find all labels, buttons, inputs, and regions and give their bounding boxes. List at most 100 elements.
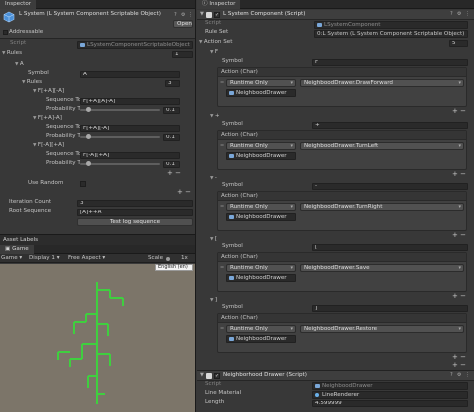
action-set-count-field[interactable]: 5 (449, 40, 468, 47)
component-enabled-checkbox[interactable]: ✓ (214, 12, 220, 18)
drag-handle-icon[interactable]: = (220, 265, 224, 271)
game-viewport[interactable]: English (en) (0, 264, 195, 412)
drawer-header[interactable]: ▼ ✓ Neighborhood Drawer (Script) ? ⚙ ⋮ (197, 371, 474, 381)
rule-set-field[interactable]: 0:L System (L System Component Scriptabl… (314, 30, 468, 38)
probability-slider[interactable] (80, 109, 160, 111)
action-foldout[interactable]: ▼ + (210, 113, 220, 120)
scale-slider-knob[interactable] (166, 257, 170, 261)
action-set-add-remove[interactable]: + − (452, 362, 466, 369)
add-icon[interactable]: + (177, 188, 183, 196)
target-object-field[interactable]: NeighboodDrawer (226, 335, 296, 343)
add-icon[interactable]: + (452, 107, 458, 115)
sequence-to-field[interactable]: F[+A][A]-A] (80, 98, 180, 105)
probability-field[interactable]: 0.1 (163, 161, 180, 168)
add-icon[interactable]: + (452, 353, 458, 361)
remove-icon[interactable]: − (460, 353, 466, 361)
target-object-field[interactable]: NeighboodDrawer (226, 274, 296, 282)
rules-foldout[interactable]: ▼ Rules (2, 50, 22, 57)
length-field[interactable]: 4.599999 (312, 400, 468, 407)
runtime-mode-dropdown[interactable]: Runtime Only (226, 203, 296, 211)
action-symbol-field[interactable]: - (312, 183, 468, 190)
add-icon[interactable]: + (452, 170, 458, 178)
remove-icon[interactable]: − (460, 292, 466, 300)
tab-inspector-right[interactable]: ⓘ Inspector (197, 0, 241, 9)
action-foldout[interactable]: ▼ F (210, 49, 218, 56)
action-add-remove[interactable]: + − (452, 108, 470, 115)
method-dropdown[interactable]: NeighboodDrawer.TurnLeft (300, 142, 464, 150)
method-dropdown[interactable]: NeighboodDrawer.Save (300, 264, 464, 272)
help-icon[interactable]: ? (450, 11, 453, 17)
aspect-select[interactable]: Free Aspect ▾ (68, 255, 105, 262)
tab-inspector-left[interactable]: Inspector (0, 0, 37, 9)
probability-slider-knob[interactable] (86, 161, 91, 166)
test-log-sequence-button[interactable]: Test log sequence (77, 218, 193, 226)
probability-slider[interactable] (80, 136, 160, 138)
sequence-to-field[interactable]: F[+A][-A] (80, 125, 180, 132)
action-symbol-field[interactable]: + (312, 122, 468, 129)
target-object-field[interactable]: NeighboodDrawer (226, 152, 296, 160)
action-symbol-field[interactable]: ] (312, 305, 468, 312)
action-foldout[interactable]: ▼ - (210, 175, 217, 182)
component-header[interactable]: ▼ ✓ L System Component (Script) ? ⚙ ⋮ (197, 10, 474, 20)
method-dropdown[interactable]: NeighboodDrawer.Restore (300, 325, 464, 333)
remove-icon[interactable]: − (185, 188, 191, 196)
target-object-field[interactable]: NeighboodDrawer (226, 89, 296, 97)
method-dropdown[interactable]: NeighboodDrawer.TurnRight (300, 203, 464, 211)
seq-item-foldout[interactable]: ▼ F[+A]-A] (33, 115, 62, 122)
action-add-remove[interactable]: + − (452, 354, 470, 361)
drag-handle-icon[interactable]: = (220, 80, 224, 86)
tab-game[interactable]: ▣ Game (0, 245, 34, 254)
runtime-mode-dropdown[interactable]: Runtime Only (226, 325, 296, 333)
remove-icon[interactable]: − (460, 107, 466, 115)
line-material-field[interactable]: LineRenderer (312, 391, 468, 399)
help-icon[interactable]: ? (174, 12, 177, 18)
root-sequence-field[interactable]: [A]++A (77, 209, 193, 216)
help-icon[interactable]: ? (450, 372, 453, 378)
probability-slider-knob[interactable] (86, 134, 91, 139)
remove-icon[interactable]: − (460, 231, 466, 239)
rules-count-field[interactable]: 1 (172, 51, 193, 58)
seq-item-foldout[interactable]: ▼ F[-A][+A] (33, 142, 64, 149)
action-add-remove[interactable]: + − (452, 293, 470, 300)
open-button[interactable]: Open (173, 20, 193, 28)
component-enabled-checkbox[interactable]: ✓ (214, 373, 220, 379)
symbol-field[interactable]: A (80, 71, 180, 78)
runtime-mode-dropdown[interactable]: Runtime Only (226, 79, 296, 87)
probability-slider[interactable] (80, 163, 160, 165)
rules-add-remove[interactable]: + − (167, 170, 181, 177)
settings-icon[interactable]: ⚙ (457, 11, 461, 17)
action-add-remove[interactable]: + − (452, 232, 470, 239)
probability-field[interactable]: 0.1 (163, 107, 180, 114)
more-icon[interactable]: ⋮ (188, 12, 193, 18)
outer-add-remove[interactable]: + − (177, 189, 191, 196)
rule-a-foldout[interactable]: ▼ A (15, 61, 24, 68)
remove-icon[interactable]: − (175, 169, 181, 177)
probability-slider-knob[interactable] (86, 107, 91, 112)
method-dropdown[interactable]: NeighboodDrawer.DrawForward (300, 79, 464, 87)
inner-rules-foldout[interactable]: ▼ Rules (22, 79, 42, 86)
remove-icon[interactable]: − (460, 170, 466, 178)
add-icon[interactable]: + (167, 169, 173, 177)
probability-field[interactable]: 0.1 (163, 134, 180, 141)
action-foldout[interactable]: ▼ [ (210, 236, 217, 243)
target-object-field[interactable]: NeighboodDrawer (226, 213, 296, 221)
game-view-select[interactable]: Game ▾ (1, 255, 22, 262)
action-symbol-field[interactable]: F (312, 59, 468, 66)
asset-labels-bar[interactable]: Asset Labels (0, 234, 195, 245)
sequence-to-field[interactable]: F[-A][+A] (80, 152, 180, 159)
drag-handle-icon[interactable]: = (220, 143, 224, 149)
add-icon[interactable]: + (452, 361, 458, 369)
iteration-count-field[interactable]: 3 (77, 200, 193, 207)
display-select[interactable]: Display 1 ▾ (29, 255, 60, 262)
settings-icon[interactable]: ⚙ (457, 372, 461, 378)
inner-rules-count-field[interactable]: 3 (165, 80, 180, 87)
more-icon[interactable]: ⋮ (465, 372, 470, 378)
settings-icon[interactable]: ⚙ (181, 12, 185, 18)
action-add-remove[interactable]: + − (452, 171, 470, 178)
more-icon[interactable]: ⋮ (465, 11, 470, 17)
add-icon[interactable]: + (452, 292, 458, 300)
runtime-mode-dropdown[interactable]: Runtime Only (226, 142, 296, 150)
addressable-checkbox[interactable] (3, 30, 8, 35)
use-random-checkbox[interactable] (80, 181, 86, 187)
action-foldout[interactable]: ▼ ] (210, 297, 217, 304)
